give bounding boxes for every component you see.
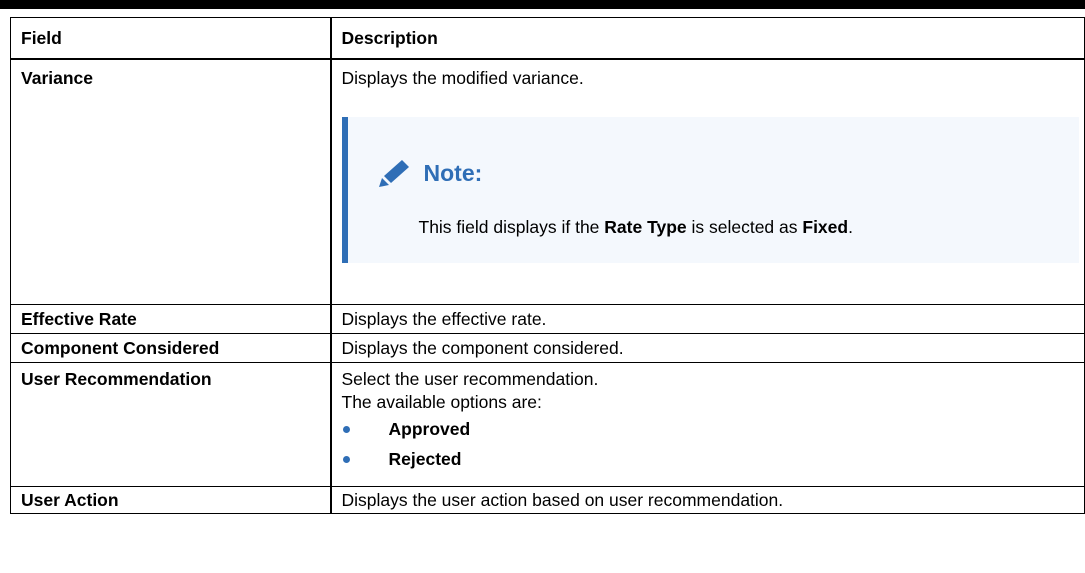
header-field: Field <box>10 17 332 60</box>
field-description: Displays the user action based on user r… <box>330 486 1085 514</box>
field-description-cell: Displays the modified variance. Note: Th <box>330 58 1085 305</box>
field-description: Displays the component considered. <box>330 333 1085 363</box>
option-label: Approved <box>388 419 471 439</box>
note-header: Note: <box>376 157 483 189</box>
field-name: User Action <box>10 486 332 514</box>
list-item: Approved <box>342 414 1085 444</box>
options-intro: The available options are: <box>341 392 542 412</box>
list-item: Rejected <box>342 444 1085 474</box>
field-description-table: Field Description Variance Displays the … <box>10 17 1085 514</box>
options-list: Approved Rejected <box>342 414 1085 474</box>
field-description: Displays the effective rate. <box>330 304 1085 334</box>
page-top-rule <box>0 0 1085 9</box>
table-header-row: Field Description <box>10 17 1085 60</box>
field-description: Select the user recommendation. <box>341 369 599 389</box>
note-text-part: This field displays if the <box>418 217 605 237</box>
field-description: Displays the modified variance. <box>341 68 584 88</box>
field-name: Component Considered <box>10 333 332 363</box>
field-name: Effective Rate <box>10 304 332 334</box>
note-text-part: . <box>848 217 853 237</box>
field-name: User Recommendation <box>10 362 332 487</box>
bullet-icon <box>342 456 350 463</box>
table-row: Component Considered Displays the compon… <box>10 333 1085 363</box>
header-description: Description <box>330 17 1085 60</box>
note-title: Note: <box>423 159 483 186</box>
bullet-icon <box>342 426 350 433</box>
note-text-part: is selected as <box>686 217 803 237</box>
field-name: Variance <box>10 58 332 305</box>
field-description-cell: Select the user recommendation. The avai… <box>330 362 1085 487</box>
table-row: Variance Displays the modified variance.… <box>10 58 1085 305</box>
table-row: User Recommendation Select the user reco… <box>10 362 1085 487</box>
table-row: Effective Rate Displays the effective ra… <box>10 304 1085 334</box>
option-label: Rejected <box>388 449 462 469</box>
note-text: This field displays if the Rate Type is … <box>419 216 853 239</box>
note-term-rate-type: Rate Type <box>604 217 687 237</box>
note-box: Note: This field displays if the Rate Ty… <box>341 117 1079 263</box>
note-term-fixed: Fixed <box>802 217 849 237</box>
pencil-icon <box>376 157 412 189</box>
table-row: User Action Displays the user action bas… <box>10 486 1085 514</box>
